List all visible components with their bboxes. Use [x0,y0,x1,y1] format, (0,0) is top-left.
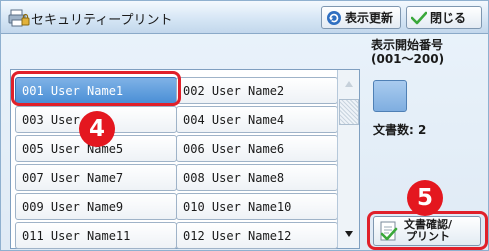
callout-ring-5 [367,211,488,250]
start-number-field[interactable] [373,80,407,112]
list-item[interactable]: 009 User Name9 [15,193,177,220]
list-scrollbar[interactable] [337,70,359,248]
list-item[interactable]: 002 User Name2 [176,77,338,104]
title-bar: セキュリティープリント 表示更新 閉じる [1,1,488,34]
callout-ring-4 [11,71,181,106]
list-item[interactable]: 004 User Name4 [176,106,338,133]
list-item[interactable]: 006 User Name6 [176,135,338,162]
start-number-label: 表示開始番号 (001〜200) [371,38,445,66]
close-button[interactable]: 閉じる [406,6,482,29]
scroll-down-button[interactable] [338,221,359,247]
list-item[interactable]: 010 User Name10 [176,193,338,220]
scroll-up-icon [344,80,353,87]
list-item[interactable]: 008 User Name8 [176,164,338,191]
printer-lock-icon [8,9,30,27]
close-label: 閉じる [430,11,467,25]
document-count: 文書数: 2 [373,121,426,138]
refresh-icon [327,10,341,25]
scroll-down-icon [344,231,353,237]
list-item[interactable]: 007 User Name7 [15,164,177,191]
scroll-up-button[interactable] [338,70,359,97]
secure-print-dialog: セキュリティープリント 表示更新 閉じる 001 User Name1 002 … [0,0,489,251]
callout-marker-5: 5 [407,180,443,216]
document-count-value: 2 [418,123,427,137]
refresh-button[interactable]: 表示更新 [321,6,401,29]
checkmark-icon [411,11,427,24]
scroll-thumb[interactable] [339,99,359,125]
callout-marker-4: 4 [79,111,115,147]
refresh-label: 表示更新 [345,11,394,25]
document-count-label: 文書数: [373,123,414,137]
list-item[interactable]: 012 User Name12 [176,222,338,249]
window-title: セキュリティープリント [31,13,173,28]
list-item[interactable]: 011 User Name11 [15,222,177,249]
